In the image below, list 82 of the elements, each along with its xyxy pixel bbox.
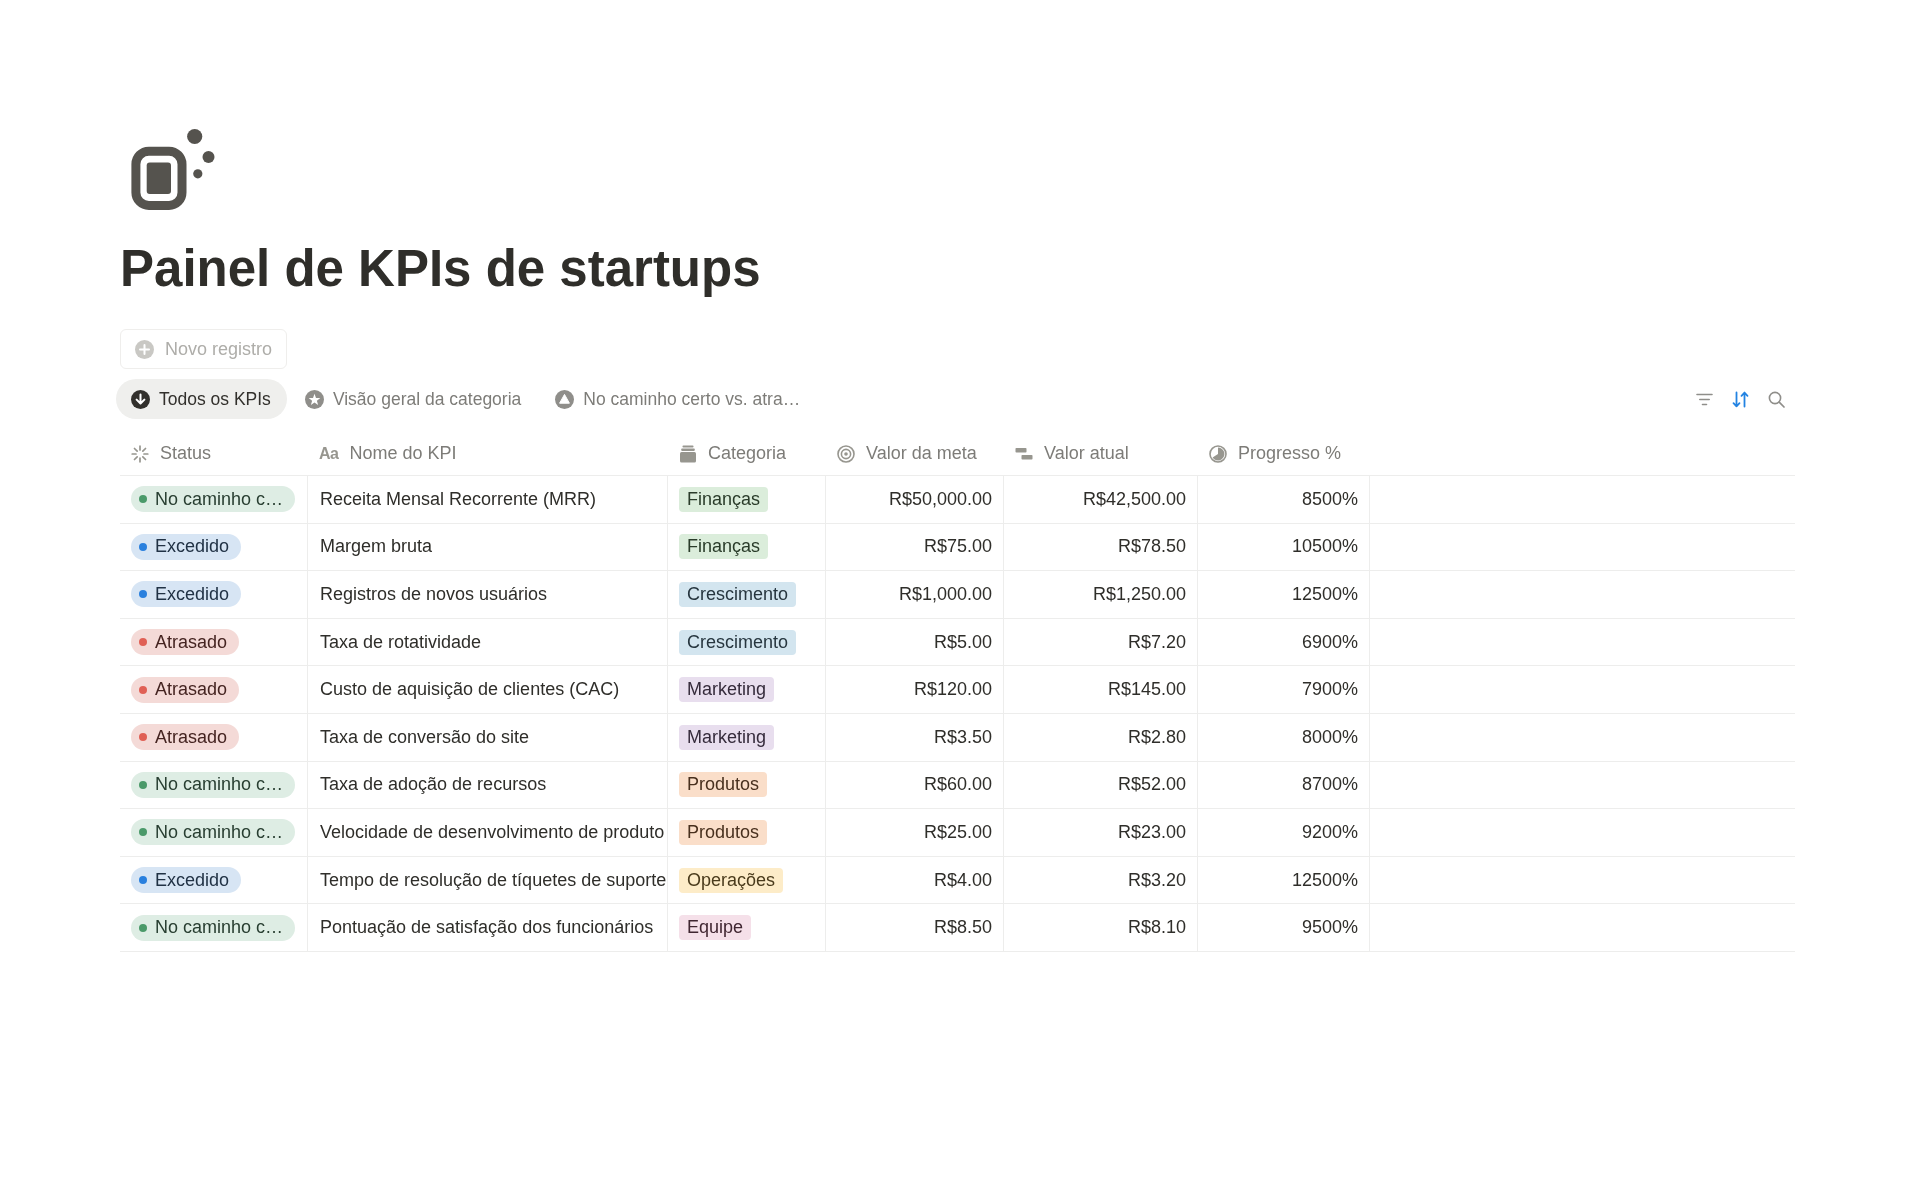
column-header[interactable]: Progresso % [1238,443,1342,464]
view-tab[interactable]: Todos os KPIs [116,379,287,419]
new-record-button[interactable]: Novo registro [120,329,288,369]
kpi-name-cell: Registros de novos usuários [308,571,668,618]
goal-value-cell: R$50,000.00 [826,476,1004,523]
kpi-name-cell: Taxa de rotatividade [308,618,668,666]
current-value-cell: R$23.00 [1004,809,1198,856]
kpi-name-cell: Taxa de adoção de recursos [308,761,668,809]
current-value-cell: R$1,250.00 [1004,571,1198,618]
progress-cell: 12500% [1198,571,1370,618]
status-label: No caminho c… [155,917,284,939]
goal-value-cell: R$3.50 [826,713,1004,761]
column-header[interactable]: Valor atual [1044,443,1129,464]
text-type-icon: Aa [319,444,339,463]
goal-value-cell: R$120.00 [826,666,1004,713]
view-tab[interactable]: No caminho certo vs. atra… [540,379,817,419]
status-label: No caminho c… [155,774,284,796]
kpi-name-cell: Taxa de conversão do site [308,713,668,761]
current-value-cell: R$8.10 [1004,904,1198,951]
kpi-name-cell: Receita Mensal Recorrente (MRR) [308,476,668,523]
category-tag: Crescimento [679,582,797,607]
search-icon[interactable] [1768,390,1785,408]
star-circle-icon [304,389,324,409]
progress-cell: 8700% [1198,761,1370,809]
column-header[interactable]: Nome do KPI [349,443,457,464]
progress-cell: 9200% [1198,809,1370,856]
column-header[interactable]: Categoria [708,443,787,464]
current-value-cell: R$78.50 [1004,523,1198,571]
status-label: No caminho c… [155,821,284,843]
category-tag: Equipe [679,915,752,941]
goal-value-cell: R$75.00 [826,523,1004,571]
kpi-name-cell: Pontuação de satisfação dos funcionários [308,904,668,951]
goal-value-cell: R$25.00 [826,809,1004,856]
page-title: Painel de KPIs de startups [120,239,761,299]
current-value-cell: R$145.00 [1004,666,1198,713]
column-header[interactable]: Status [160,443,212,464]
category-tag: Finanças [679,486,769,512]
triangle-circle-icon [555,389,575,409]
goal-value-cell: R$4.00 [826,856,1004,904]
goal-value-cell: R$1,000.00 [826,571,1004,618]
loader-icon [131,444,149,463]
current-value-cell: R$7.20 [1004,618,1198,666]
kpi-name-cell: Tempo de resolução de tíquetes de suporte [308,856,668,904]
category-tag: Operações [679,867,784,893]
stack-icon [679,444,697,463]
progress-cell: 12500% [1198,856,1370,904]
progress-cell: 6900% [1198,618,1370,666]
current-value-cell: R$42,500.00 [1004,476,1198,523]
category-tag: Produtos [679,819,768,845]
goal-value-cell: R$5.00 [826,618,1004,666]
goal-value-cell: R$60.00 [826,761,1004,809]
arrow-down-circle-icon [131,389,150,409]
kpi-name-cell: Custo de aquisição de clientes (CAC) [308,666,668,713]
status-label: Excedido [155,584,230,605]
goal-value-cell: R$8.50 [826,904,1004,951]
kpi-name-cell: Velocidade de desenvolvimento de produto [308,809,668,856]
kpi-name-cell: Margem bruta [308,523,668,571]
target-icon [837,444,855,463]
sort-icon[interactable] [1732,390,1749,408]
progress-cell: 9500% [1198,904,1370,951]
pie-chart-icon [1209,444,1227,463]
status-label: Atrasado [155,631,228,653]
current-value-cell: R$52.00 [1004,761,1198,809]
view-tab[interactable]: Visão geral da categoria [289,379,538,419]
category-tag: Produtos [679,772,768,798]
plus-circle-icon [135,339,154,359]
progress-cell: 10500% [1198,523,1370,571]
current-value-cell: R$2.80 [1004,713,1198,761]
progress-cell: 8500% [1198,476,1370,523]
status-label: Atrasado [155,679,228,701]
category-tag: Crescimento [679,629,797,655]
status-label: Excedido [155,536,230,558]
status-label: No caminho c… [155,488,284,510]
category-tag: Finanças [679,534,769,560]
current-value-cell: R$3.20 [1004,856,1198,904]
progress-cell: 8000% [1198,713,1370,761]
status-label: Atrasado [155,726,228,748]
progress-cell: 7900% [1198,666,1370,713]
category-tag: Marketing [679,724,775,750]
column-header[interactable]: Valor da meta [866,443,977,464]
status-label: Excedido [155,869,230,891]
category-tag: Marketing [679,677,775,703]
